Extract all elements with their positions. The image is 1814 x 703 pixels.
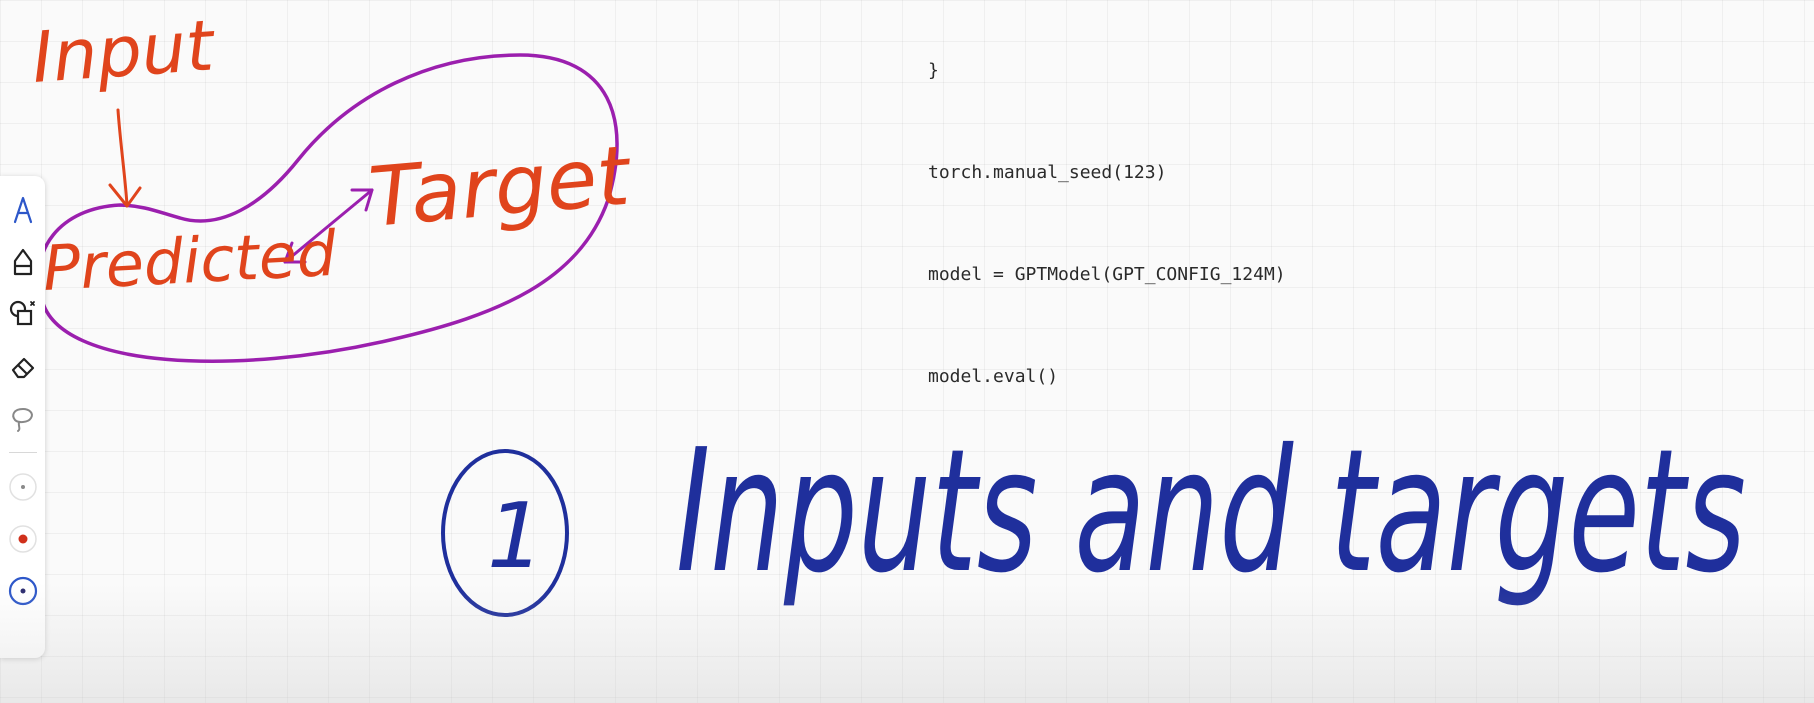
highlighter-icon — [13, 248, 32, 276]
selected-dot-icon — [8, 576, 37, 606]
eraser-tool[interactable] — [0, 340, 45, 392]
eraser-icon — [11, 357, 34, 379]
lasso-tool[interactable] — [0, 392, 45, 444]
color-swatch-selected[interactable] — [0, 565, 45, 617]
drawing-toolbar — [0, 176, 45, 658]
whiteboard-canvas[interactable]: } torch.manual_seed(123) model = GPTMode… — [0, 0, 1814, 703]
input-arrow-stroke — [116, 108, 129, 207]
pen-tool[interactable] — [0, 184, 45, 236]
toolbar-divider — [8, 452, 37, 453]
highlighter-tool[interactable] — [0, 236, 45, 288]
heading-text: Inputs and targets — [676, 413, 1746, 611]
shapes-icon — [9, 300, 35, 326]
color-swatch-gray[interactable] — [0, 461, 45, 513]
red-dot-icon — [8, 525, 37, 553]
shapes-tool[interactable] — [0, 288, 45, 340]
small-dot-icon — [8, 473, 37, 501]
pen-icon — [13, 196, 32, 224]
predicted-label: Predicted — [41, 217, 339, 305]
ink-layer: Input Predicted Target 1 Inputs and targ… — [29, 4, 1746, 617]
color-swatch-red[interactable] — [0, 513, 45, 565]
lasso-icon — [11, 407, 33, 432]
heading-number: 1 — [487, 484, 544, 589]
input-label: Input — [29, 4, 218, 99]
